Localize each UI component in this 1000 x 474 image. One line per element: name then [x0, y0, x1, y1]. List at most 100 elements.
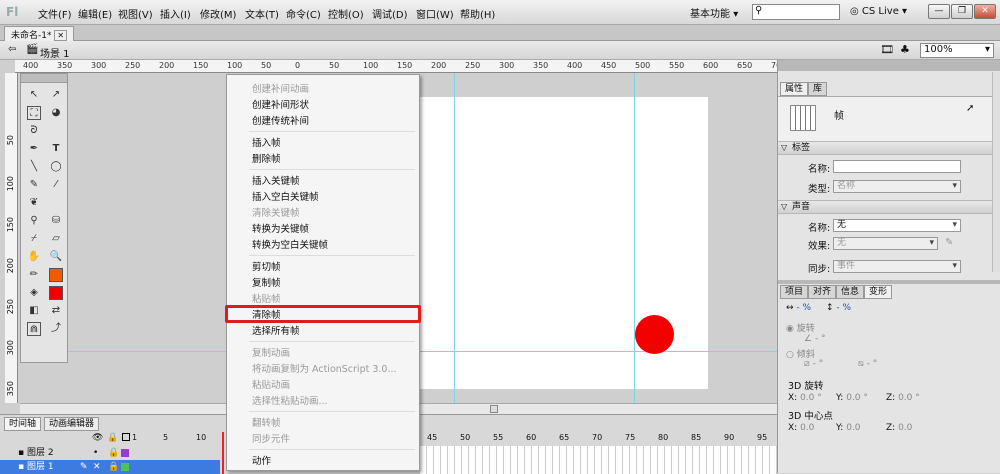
text-tool-icon[interactable]: T [49, 142, 63, 156]
search-input[interactable]: ⚲ [752, 4, 840, 20]
menu-item[interactable]: 编辑(E) [78, 6, 112, 21]
help-icon[interactable]: ➚ [966, 103, 974, 114]
red-circle-shape[interactable] [635, 315, 674, 354]
stroke-color-swatch[interactable] [49, 268, 63, 282]
context-menu-item[interactable]: 创建传统补间 [252, 113, 309, 127]
menu-item[interactable]: 窗口(W) [416, 6, 454, 21]
restore-button[interactable]: ❐ [951, 4, 973, 19]
layer-row-selected[interactable]: ▪ 图层 1 ✎ ✕ 🔒 [0, 460, 220, 474]
swap-colors-icon[interactable]: ⇄ [49, 304, 63, 318]
context-menu-item[interactable]: 剪切帧 [252, 259, 281, 273]
fill-color-icon[interactable]: ◈ [27, 286, 41, 300]
label-type-select[interactable]: 名称 [833, 180, 961, 193]
label-section-header[interactable]: ▽ 标签 [778, 141, 1000, 155]
center3d-x[interactable]: X: 0.0 [788, 423, 814, 433]
bone-tool-icon[interactable]: ⚲ [27, 214, 41, 228]
frame-name-input[interactable] [833, 160, 961, 173]
properties-scrollbar[interactable] [992, 72, 1000, 272]
paint-bucket-tool-icon[interactable]: ⛁ [49, 214, 63, 228]
tab-motion-editor[interactable]: 动画编辑器 [44, 417, 100, 431]
playhead[interactable] [222, 432, 224, 474]
effect-select[interactable]: 无 [833, 237, 938, 250]
context-menu-item[interactable]: 复制帧 [252, 275, 281, 289]
line-tool-icon[interactable]: ╲ [27, 160, 41, 174]
deco-tool-icon[interactable]: ❦ [27, 196, 41, 210]
hand-tool-icon[interactable]: ✋ [27, 250, 41, 264]
layer-color-swatch[interactable] [121, 463, 129, 471]
close-button[interactable]: ✕ [974, 4, 996, 19]
menu-item[interactable]: 修改(M) [200, 6, 236, 21]
document-tab[interactable]: 未命名-1* ✕ [4, 26, 75, 41]
zoom-select[interactable]: 100% ▾ [920, 43, 994, 58]
context-menu-item[interactable]: 创建补间形状 [252, 97, 309, 111]
center3d-z[interactable]: Z: 0.0 [886, 423, 912, 433]
selection-tool-icon[interactable]: ↖ [27, 88, 41, 102]
hidden-x-icon[interactable]: ✕ [93, 460, 101, 474]
fill-color-swatch[interactable] [49, 286, 63, 300]
height-scale[interactable]: ↕ - % [826, 303, 851, 313]
menu-item[interactable]: 文件(F) [38, 6, 72, 21]
menu-item[interactable]: 命令(C) [286, 6, 321, 21]
rotate-value[interactable]: ∠ - ° [804, 334, 826, 344]
stroke-color-icon[interactable]: ✏ [27, 268, 41, 282]
workspace-switcher[interactable]: 基本功能 ▾ [690, 5, 738, 20]
context-menu-item[interactable]: 转换为关键帧 [252, 221, 309, 235]
subselection-tool-icon[interactable]: ↗ [49, 88, 63, 102]
lasso-tool-icon[interactable]: ᘐ [27, 124, 41, 138]
lock-dot-icon[interactable]: 🔒 [108, 446, 119, 460]
tab-timeline[interactable]: 时间轴 [4, 417, 42, 431]
rot3d-y[interactable]: Y: 0.0 ° [836, 393, 868, 403]
menu-item[interactable]: 视图(V) [118, 6, 153, 21]
context-menu-item[interactable]: 转换为空白关键帧 [252, 237, 328, 251]
rot3d-x[interactable]: X: 0.0 ° [788, 393, 822, 403]
edit-scene-icon[interactable]: 🎞 [880, 43, 894, 56]
back-arrow-icon[interactable]: ⇦ [8, 44, 16, 55]
visible-dot-icon[interactable]: • [93, 446, 98, 460]
context-menu-item[interactable]: 选择所有帧 [252, 323, 300, 337]
center3d-y[interactable]: Y: 0.0 [836, 423, 861, 433]
close-tab-icon[interactable]: ✕ [54, 30, 68, 41]
eraser-tool-icon[interactable]: ▱ [49, 232, 63, 246]
rotate-radio[interactable]: ◉ 旋转 [786, 321, 815, 334]
minimize-button[interactable]: — [928, 4, 950, 19]
context-menu-item[interactable]: 插入空白关键帧 [252, 189, 319, 203]
context-menu-item[interactable]: 动作 [252, 453, 271, 467]
eyedropper-tool-icon[interactable]: ⌿ [27, 232, 41, 246]
context-menu-item[interactable]: 删除帧 [252, 151, 281, 165]
pen-tool-icon[interactable]: ✒ [27, 142, 41, 156]
tab-library[interactable]: 库 [808, 82, 828, 96]
sound-name-select[interactable]: 无 [833, 219, 961, 232]
tab-properties[interactable]: 属性 [780, 82, 809, 96]
lock-icon[interactable]: 🔒 [107, 433, 118, 443]
skew-vertical[interactable]: ⧅ - ° [858, 359, 877, 369]
tab-project[interactable]: 项目 [780, 285, 809, 299]
menu-item[interactable]: 文本(T) [245, 6, 279, 21]
lock-dot-icon[interactable]: 🔒 [108, 460, 119, 474]
skew-horizontal[interactable]: ⧄ - ° [804, 359, 823, 369]
eye-icon[interactable]: 👁 [92, 433, 103, 443]
snap-to-objects-icon[interactable]: ⋒ [27, 322, 41, 336]
tab-transform[interactable]: 变形 [864, 285, 893, 299]
tab-info[interactable]: 信息 [836, 285, 865, 299]
context-menu-item[interactable]: 插入关键帧 [252, 173, 300, 187]
pencil-tool-icon[interactable]: ✎ [27, 178, 41, 192]
tab-align[interactable]: 对齐 [808, 285, 837, 299]
oval-tool-icon[interactable]: ◯ [49, 160, 63, 174]
zoom-tool-icon[interactable]: 🔍 [49, 250, 63, 264]
sync-select[interactable]: 事件 [833, 260, 961, 273]
rot3d-z[interactable]: Z: 0.0 ° [886, 393, 920, 403]
free-transform-tool-icon[interactable]: ⛶ [27, 106, 41, 120]
layer-row[interactable]: ▪ 图层 2 • 🔒 [0, 446, 220, 460]
outline-icon[interactable] [122, 433, 130, 441]
menu-item[interactable]: 调试(D) [372, 6, 408, 21]
black-white-icon[interactable]: ◧ [27, 304, 41, 318]
cs-live-button[interactable]: ◎ CS Live ▾ [850, 6, 907, 17]
layer-color-swatch[interactable] [121, 449, 129, 457]
menu-item[interactable]: 插入(I) [160, 6, 191, 21]
sound-section-header[interactable]: ▽ 声音 [778, 200, 1000, 214]
smooth-icon[interactable]: ⤴ [49, 322, 63, 336]
3d-rotation-tool-icon[interactable]: ◕ [49, 106, 63, 120]
menu-item[interactable]: 控制(O) [328, 6, 364, 21]
menu-item[interactable]: 帮助(H) [460, 6, 495, 21]
frame-cells[interactable] [420, 446, 777, 474]
